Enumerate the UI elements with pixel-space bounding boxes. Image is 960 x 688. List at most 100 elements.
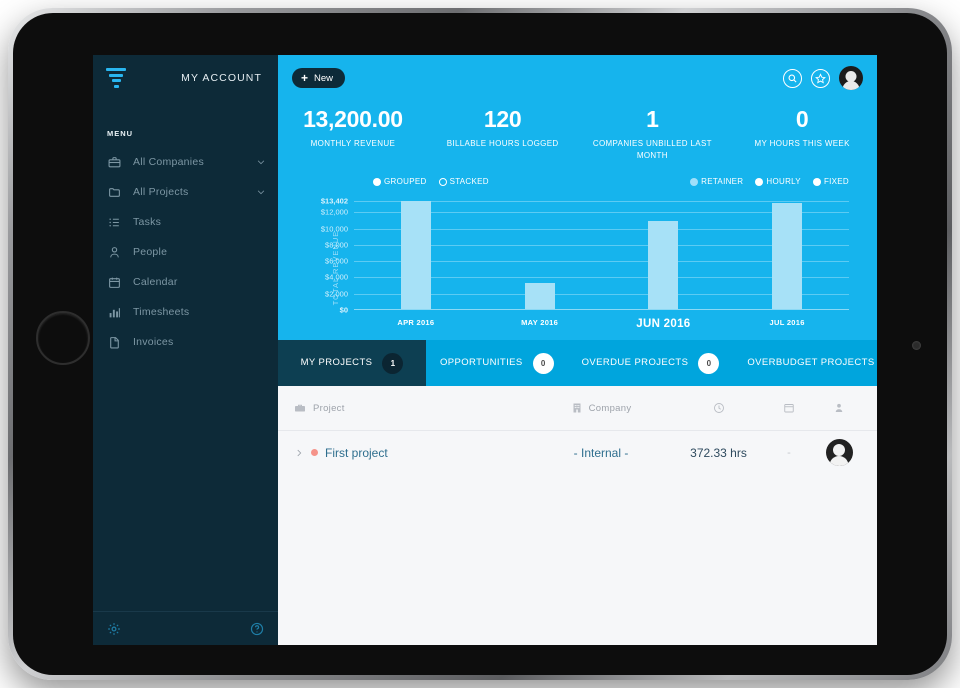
- new-button[interactable]: + New: [292, 68, 346, 88]
- sidebar-item-calendar[interactable]: Calendar: [93, 267, 278, 297]
- legend-stacked[interactable]: STACKED: [438, 177, 489, 186]
- sidebar-label-people: People: [133, 246, 168, 258]
- column-company[interactable]: Company: [526, 402, 676, 414]
- home-button[interactable]: [36, 311, 90, 365]
- series-swatch-icon: [755, 177, 764, 186]
- cell-date: -: [761, 447, 817, 459]
- star-icon[interactable]: [811, 68, 830, 88]
- company-name: - Internal -: [573, 445, 629, 460]
- main-content: + New 13,200.00 MONTHLY REVENUE 120 BILL…: [278, 55, 877, 645]
- tab-label: OVERBUDGET PROJECTS: [747, 357, 875, 369]
- column-project[interactable]: Project: [294, 402, 526, 414]
- column-hours[interactable]: [676, 402, 761, 414]
- chevron-down-icon[interactable]: [256, 187, 266, 197]
- calendar-icon: [783, 402, 795, 414]
- sidebar-item-timesheets[interactable]: Timesheets: [93, 297, 278, 327]
- sidebar-item-invoices[interactable]: Invoices: [93, 327, 278, 357]
- x-tick-label[interactable]: APR 2016: [397, 318, 434, 327]
- search-icon[interactable]: [783, 68, 802, 88]
- briefcase-icon: [107, 155, 122, 170]
- tab-count-badge: 0: [532, 352, 554, 374]
- legend-retainer[interactable]: RETAINER: [690, 177, 743, 186]
- cell-assignee[interactable]: [817, 439, 861, 466]
- kpi-value: 120: [483, 106, 522, 132]
- legend-grouped[interactable]: GROUPED: [373, 177, 427, 186]
- sidebar-item-all-companies[interactable]: All Companies: [93, 147, 278, 177]
- kpi-label: BILLABLE HOURS LOGGED: [446, 139, 559, 149]
- plot-wrapper: TOTAL REVENUE $13,402 $12,000 $10,000 $8,00…: [278, 195, 877, 340]
- status-dot: [311, 449, 318, 456]
- kpi-label: MY HOURS THIS WEEK: [754, 139, 850, 149]
- sidebar-item-people[interactable]: People: [93, 237, 278, 267]
- tab-my-projects[interactable]: MY PROJECTS 1: [278, 340, 426, 386]
- clock-icon: [713, 402, 725, 414]
- sidebar-label-tasks: Tasks: [133, 216, 162, 228]
- briefcase-icon: [294, 402, 306, 414]
- column-date[interactable]: [761, 402, 817, 414]
- bar-chart-icon: [107, 305, 122, 320]
- column-assignee[interactable]: [817, 402, 861, 414]
- tablet-body: MY ACCOUNT MENU All Companies All Projec…: [13, 13, 947, 675]
- building-icon: [571, 402, 583, 414]
- legend-hourly[interactable]: HOURLY: [755, 177, 801, 186]
- cell-company: - Internal -: [526, 446, 676, 460]
- tab-opportunities[interactable]: OPPORTUNITIES 0: [426, 340, 568, 386]
- sidebar-footer: [93, 611, 278, 645]
- kpi-billable-hours-logged: 120 BILLABLE HOURS LOGGED: [428, 107, 578, 169]
- y-tick-label: $12,000: [320, 207, 348, 217]
- bar-may-2016[interactable]: [524, 282, 555, 310]
- calendar-icon: [107, 275, 122, 290]
- sidebar: MY ACCOUNT MENU All Companies All Projec…: [93, 55, 278, 645]
- tab-overdue-projects[interactable]: OVERDUE PROJECTS 0: [568, 340, 734, 386]
- bar-apr-2016[interactable]: [400, 201, 431, 310]
- y-tick-label: $6,000: [325, 256, 348, 266]
- user-avatar[interactable]: [839, 66, 863, 90]
- legend-label: FIXED: [823, 177, 849, 186]
- tablet-device-frame: MY ACCOUNT MENU All Companies All Projec…: [8, 8, 952, 680]
- cell-hours: 372.33 hrs: [676, 446, 761, 460]
- chart-series-legend: RETAINER HOURLY FIXED: [690, 177, 849, 186]
- legend-fixed[interactable]: FIXED: [812, 177, 849, 186]
- new-button-label: New: [314, 72, 334, 84]
- tab-overbudget-projects[interactable]: OVERBUDGET PROJECTS 0: [733, 340, 877, 386]
- x-tick-label[interactable]: JUL 2016: [770, 318, 805, 327]
- folder-icon: [107, 185, 122, 200]
- tab-label: OPPORTUNITIES: [440, 357, 523, 369]
- series-swatch-icon: [690, 177, 699, 186]
- cell-project[interactable]: First project: [294, 446, 526, 460]
- project-name[interactable]: First project: [325, 446, 388, 460]
- table-row[interactable]: First project - Internal - 372.33 hrs -: [278, 430, 877, 474]
- legend-label: GROUPED: [384, 177, 427, 186]
- y-tick-label: $0: [339, 305, 348, 315]
- column-label: Company: [588, 402, 632, 414]
- x-axis-line: [354, 308, 849, 310]
- x-tick-label[interactable]: JUN 2016: [636, 318, 690, 330]
- kpi-companies-unbilled-last-month: 1 COMPANIES UNBILLED LAST MONTH: [578, 107, 728, 169]
- bar-jun-2016[interactable]: [648, 220, 679, 310]
- chart-mode-legend: GROUPED STACKED: [373, 177, 489, 186]
- funnel-logo-icon[interactable]: [105, 67, 127, 89]
- my-account-label[interactable]: MY ACCOUNT: [181, 72, 262, 84]
- plot-area: $13,402 $12,000 $10,000 $8,000 $6,000 $4,000 $…: [321, 197, 849, 330]
- table-header-row: Project Company: [278, 386, 877, 430]
- chevron-down-icon[interactable]: [256, 157, 266, 167]
- person-icon: [833, 402, 845, 414]
- sidebar-item-all-projects[interactable]: All Projects: [93, 177, 278, 207]
- y-tick-label: $2,000: [325, 289, 348, 299]
- y-tick-label: $8,000: [325, 240, 348, 250]
- gear-icon[interactable]: [107, 622, 121, 636]
- y-tick-label: $10,000: [320, 224, 348, 234]
- radio-selected-icon: [373, 177, 381, 186]
- chevron-right-icon[interactable]: [294, 448, 304, 458]
- revenue-chart-panel: GROUPED STACKED RETAINER HOURLY FIXED TO…: [278, 169, 877, 340]
- kpi-my-hours-this-week: 0 MY HOURS THIS WEEK: [727, 107, 877, 169]
- bar-jul-2016[interactable]: [772, 202, 803, 310]
- assignee-avatar[interactable]: [825, 439, 853, 466]
- invoice-icon: [107, 335, 122, 350]
- sidebar-item-tasks[interactable]: Tasks: [93, 207, 278, 237]
- kpi-value: 1: [646, 106, 659, 132]
- topbar: + New: [278, 55, 877, 101]
- x-tick-label[interactable]: MAY 2016: [521, 318, 558, 327]
- help-circle-icon[interactable]: [250, 622, 264, 636]
- series-swatch-icon: [812, 177, 821, 186]
